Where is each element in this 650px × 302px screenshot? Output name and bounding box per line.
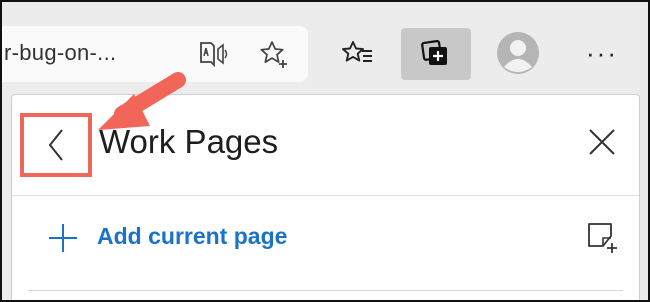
collections-panel: Work Pages Add current page	[11, 94, 640, 300]
address-bar[interactable]: r-bug-on-...	[2, 26, 308, 82]
list-divider	[28, 290, 623, 291]
browser-window: r-bug-on-... ··· Work Pages Add current …	[0, 0, 650, 302]
add-current-page-link[interactable]: Add current page	[97, 223, 287, 250]
profile-avatar[interactable]	[496, 31, 540, 75]
address-url: r-bug-on-...	[4, 40, 117, 65]
back-button[interactable]	[40, 125, 72, 165]
collection-title: Work Pages	[99, 123, 279, 160]
collections-button[interactable]	[401, 28, 471, 80]
close-icon	[589, 129, 615, 155]
add-current-page-row[interactable]: Add current page	[12, 196, 639, 284]
panel-header: Work Pages	[12, 95, 639, 195]
read-aloud-icon[interactable]	[197, 38, 231, 70]
plus-icon	[47, 222, 79, 254]
more-icon[interactable]: ···	[582, 38, 622, 68]
add-favorite-icon[interactable]	[257, 38, 291, 70]
add-note-icon[interactable]	[585, 220, 619, 254]
browser-toolbar: r-bug-on-... ···	[2, 2, 648, 90]
close-button[interactable]	[585, 125, 619, 159]
favorites-icon[interactable]	[340, 36, 376, 72]
chevron-left-icon	[48, 129, 63, 161]
collections-icon	[421, 39, 451, 69]
